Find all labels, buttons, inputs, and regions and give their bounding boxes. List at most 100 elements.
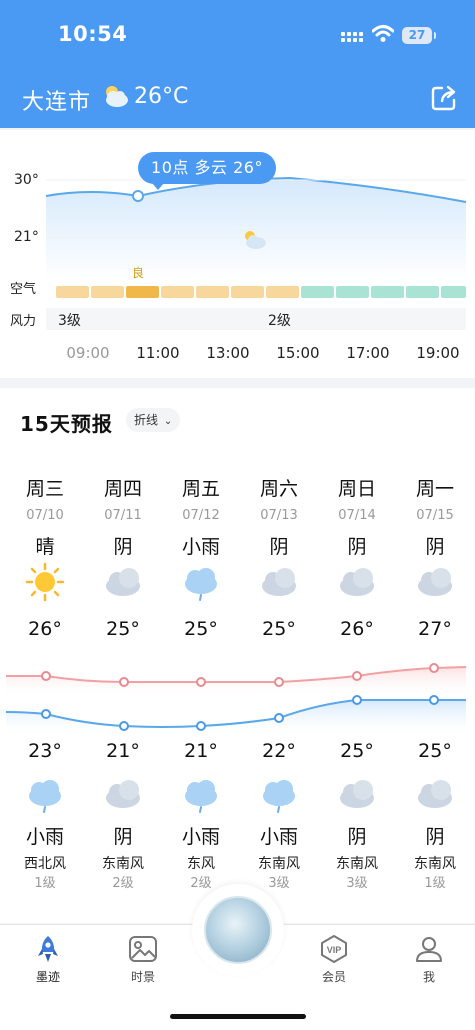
- hourly-tooltip: 10点 多云 26°: [138, 152, 276, 190]
- toggle-label: 折线: [134, 413, 159, 427]
- chevron-down-icon: ⌄: [163, 416, 173, 427]
- partly-cloudy-icon: [245, 231, 266, 249]
- city-name[interactable]: 大连市: [22, 84, 91, 116]
- day-name: 周三: [25, 478, 64, 500]
- rain-icon: [29, 780, 61, 813]
- night-weather: 小雨: [259, 826, 298, 848]
- high-temp: 25°: [262, 618, 296, 640]
- nav-item-moji[interactable]: 墨迹: [18, 934, 78, 985]
- day-date: 07/10: [26, 508, 64, 523]
- hourly-forecast-card[interactable]: 30° 21° 10点 多云 26° 良 空气 风力 3级 2级 09:00 1…: [0, 130, 475, 378]
- fifteen-day-forecast-card: 15天预报 折线 ⌄ 周三 07/10 晴 26° 23° 小雨 西北风 1级 …: [0, 388, 475, 923]
- day-date: 07/15: [416, 508, 454, 523]
- cloudy-icon: [340, 568, 374, 596]
- wind-direction: 东南风: [258, 856, 300, 872]
- chart-mode-toggle[interactable]: 折线 ⌄: [126, 408, 180, 432]
- night-weather: 小雨: [181, 826, 220, 848]
- day-weather: 阴: [347, 536, 367, 558]
- day-date: 07/11: [104, 508, 142, 523]
- day-weather: 阴: [269, 536, 289, 558]
- day-name: 周五: [181, 478, 220, 500]
- rocket-icon: [38, 936, 58, 962]
- hour-label: 09:00: [66, 344, 110, 362]
- wind-direction: 东南风: [336, 856, 378, 872]
- forecast-title: 15天预报: [20, 412, 113, 436]
- rain-icon: [185, 780, 217, 813]
- night-weather: 阴: [347, 826, 367, 848]
- air-quality-label: 良: [132, 266, 145, 280]
- air-row-label: 空气: [10, 282, 37, 297]
- night-weather: 阴: [113, 826, 133, 848]
- y-axis-label-low: 21°: [14, 229, 39, 245]
- image-icon: [129, 936, 157, 962]
- hour-label: 17:00: [346, 344, 390, 362]
- day-date: 07/14: [338, 508, 376, 523]
- day-date: 07/13: [260, 508, 298, 523]
- low-temp: 23°: [28, 740, 62, 762]
- high-temp: 26°: [340, 618, 374, 640]
- day-name: 周一: [415, 478, 454, 500]
- wind-direction: 东南风: [102, 856, 144, 872]
- wind-level: 1级: [34, 876, 56, 891]
- nav-label: 墨迹: [35, 970, 60, 984]
- day-name: 周四: [103, 478, 142, 500]
- rain-icon: [185, 568, 217, 601]
- wind-level: 3级: [346, 876, 368, 891]
- cloudy-icon: [340, 780, 374, 808]
- signal-icon: [341, 30, 363, 44]
- home-indicator: [170, 1014, 306, 1019]
- vip-icon: VIP: [321, 935, 347, 963]
- low-temp: 25°: [418, 740, 452, 762]
- wind-direction: 西北风: [24, 856, 66, 872]
- wind-direction: 东风: [187, 856, 215, 872]
- high-temp: 25°: [184, 618, 218, 640]
- wind-row-label: 风力: [10, 314, 37, 329]
- nav-item-me[interactable]: 我: [399, 934, 459, 985]
- air-quality-bar: [46, 286, 466, 298]
- profile-icon: [416, 937, 442, 962]
- wind-level: 1级: [424, 876, 446, 891]
- temperature-trend-chart: [5, 663, 467, 738]
- wind-level: 3级: [58, 313, 81, 329]
- day-name: 周日: [337, 478, 376, 500]
- wind-bar: [46, 308, 466, 330]
- day-weather: 晴: [35, 536, 55, 558]
- wind-level: 2级: [268, 313, 291, 329]
- center-scene-button[interactable]: [204, 896, 272, 964]
- y-axis-label-high: 30°: [14, 172, 39, 188]
- hour-label: 15:00: [276, 344, 320, 362]
- wind-level: 2级: [112, 876, 134, 891]
- cloudy-icon: [418, 780, 452, 808]
- nav-label: 我: [422, 970, 435, 984]
- day-weather: 阴: [425, 536, 445, 558]
- hour-label: 13:00: [206, 344, 250, 362]
- nav-item-scenery[interactable]: 时景: [113, 934, 173, 985]
- cloudy-icon: [106, 568, 140, 596]
- cloudy-icon: [262, 568, 296, 596]
- hour-label: 19:00: [416, 344, 460, 362]
- partly-cloudy-icon: [106, 86, 128, 107]
- night-weather: 阴: [425, 826, 445, 848]
- low-temp: 21°: [106, 740, 140, 762]
- svg-text:VIP: VIP: [327, 945, 342, 955]
- day-date: 07/12: [182, 508, 220, 523]
- cloudy-icon: [106, 780, 140, 808]
- low-temp: 21°: [184, 740, 218, 762]
- high-temp: 25°: [106, 618, 140, 640]
- high-temp: 27°: [418, 618, 452, 640]
- nav-label: 会员: [321, 970, 346, 984]
- share-icon[interactable]: [430, 84, 458, 112]
- nav-label: 时景: [130, 970, 155, 984]
- wifi-icon: [372, 25, 394, 42]
- status-time: 10:54: [58, 22, 128, 46]
- nav-item-vip[interactable]: VIP 会员: [304, 934, 364, 985]
- low-temp: 22°: [262, 740, 296, 762]
- day-name: 周六: [259, 478, 298, 500]
- wind-direction: 东南风: [414, 856, 456, 872]
- rain-icon: [263, 780, 295, 813]
- night-weather: 小雨: [25, 826, 64, 848]
- day-weather: 小雨: [181, 536, 220, 558]
- high-temp: 26°: [28, 618, 62, 640]
- sunny-icon: [25, 562, 65, 602]
- low-temp: 25°: [340, 740, 374, 762]
